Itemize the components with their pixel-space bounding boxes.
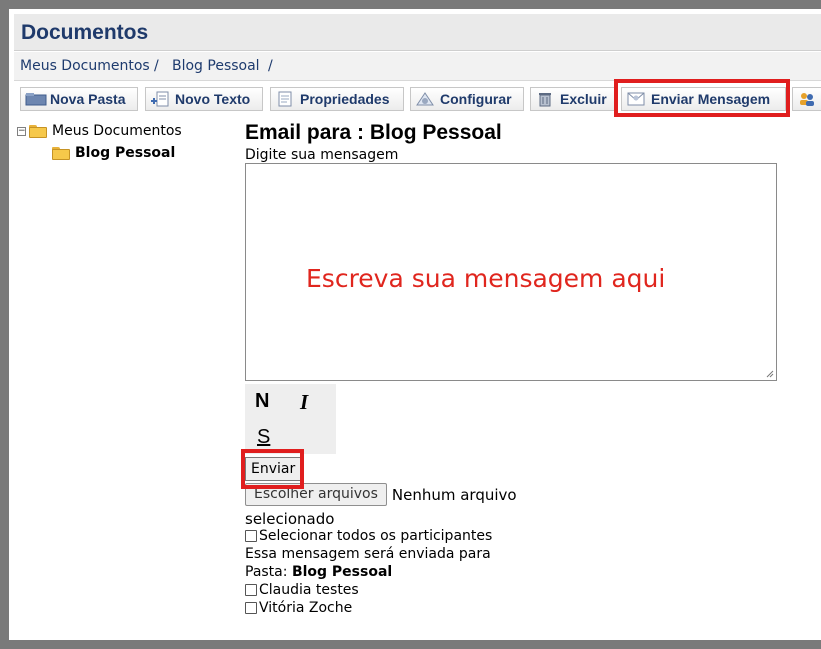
frame-bottom xyxy=(0,640,821,649)
frame-top xyxy=(0,0,821,9)
properties-button[interactable]: Propriedades xyxy=(270,87,404,111)
send-message-icon xyxy=(626,91,646,107)
trash-icon xyxy=(535,91,555,107)
configure-button[interactable]: Configurar xyxy=(410,87,524,111)
breadcrumb-separator: / xyxy=(154,58,159,74)
new-folder-button[interactable]: Nova Pasta xyxy=(20,87,138,111)
file-picker: Escolher arquivos Nenhum arquivo xyxy=(245,483,517,506)
delete-label: Excluir xyxy=(560,91,607,107)
recipients-info: Essa mensagem será enviada para xyxy=(245,546,491,562)
breadcrumb-separator: / xyxy=(268,58,273,74)
page-title: Documentos xyxy=(21,21,149,44)
participant-label: Vitória Zoche xyxy=(259,600,353,616)
message-prompt: Digite sua mensagem xyxy=(245,147,399,163)
underline-button[interactable]: S xyxy=(257,426,270,449)
frame-left xyxy=(0,0,9,649)
delete-button[interactable]: Excluir xyxy=(530,87,616,111)
participant-checkbox[interactable] xyxy=(245,602,257,614)
message-placeholder: Escreva sua mensagem aqui xyxy=(306,264,666,293)
new-text-label: Novo Texto xyxy=(175,91,251,107)
message-textarea[interactable]: Escreva sua mensagem aqui xyxy=(245,163,777,381)
page-header: Documentos xyxy=(14,14,821,51)
tree-item-meus-documentos[interactable]: − Meus Documentos xyxy=(17,123,182,139)
send-message-button[interactable]: Enviar Mensagem xyxy=(621,87,786,111)
configure-icon xyxy=(415,91,435,107)
toolbar: Nova Pasta Novo Texto Propriedades Confi… xyxy=(14,85,821,115)
select-all-row[interactable]: Selecionar todos os participantes xyxy=(245,528,492,544)
email-title: Email para : Blog Pessoal xyxy=(245,121,502,144)
file-status: Nenhum arquivo xyxy=(391,485,517,504)
tree-item-label: Blog Pessoal xyxy=(75,145,176,161)
users-icon xyxy=(797,91,817,107)
tree-item-label: Meus Documentos xyxy=(52,123,182,139)
folder-line: Pasta: Blog Pessoal xyxy=(245,564,392,580)
participant-row[interactable]: Vitória Zoche xyxy=(245,600,352,616)
send-message-label: Enviar Mensagem xyxy=(651,91,771,107)
send-button[interactable]: Enviar xyxy=(245,457,302,481)
new-folder-icon xyxy=(25,91,47,107)
participant-row[interactable]: Claudia testes xyxy=(245,582,359,598)
select-all-label: Selecionar todos os participantes xyxy=(259,528,493,544)
new-folder-label: Nova Pasta xyxy=(50,91,126,107)
bold-button[interactable]: N xyxy=(255,390,269,413)
properties-label: Propriedades xyxy=(300,91,390,107)
participant-label: Claudia testes xyxy=(259,582,359,598)
tree-item-blog-pessoal[interactable]: Blog Pessoal xyxy=(52,145,175,161)
participant-checkbox[interactable] xyxy=(245,584,257,596)
file-status-continued: selecionado xyxy=(245,510,335,528)
breadcrumb-item-blog-pessoal[interactable]: Blog Pessoal xyxy=(172,52,260,80)
properties-icon xyxy=(275,91,295,107)
folder-name: Blog Pessoal xyxy=(291,564,393,580)
new-text-icon xyxy=(150,91,170,107)
resize-grip-icon[interactable] xyxy=(766,370,774,378)
folder-icon xyxy=(29,124,47,138)
breadcrumb-item-meus-documentos[interactable]: Meus Documentos xyxy=(20,52,150,80)
choose-files-button[interactable]: Escolher arquivos xyxy=(245,483,387,506)
folder-label: Pasta: xyxy=(245,564,288,580)
configure-label: Configurar xyxy=(440,91,512,107)
collapse-icon[interactable]: − xyxy=(17,126,26,136)
participants-button[interactable] xyxy=(792,87,821,111)
italic-button[interactable]: I xyxy=(300,390,308,415)
breadcrumb: Meus Documentos / Blog Pessoal / xyxy=(14,52,821,81)
format-toolbar: N I S xyxy=(245,384,336,454)
folder-icon xyxy=(52,146,70,160)
select-all-checkbox[interactable] xyxy=(245,530,257,542)
new-text-button[interactable]: Novo Texto xyxy=(145,87,263,111)
